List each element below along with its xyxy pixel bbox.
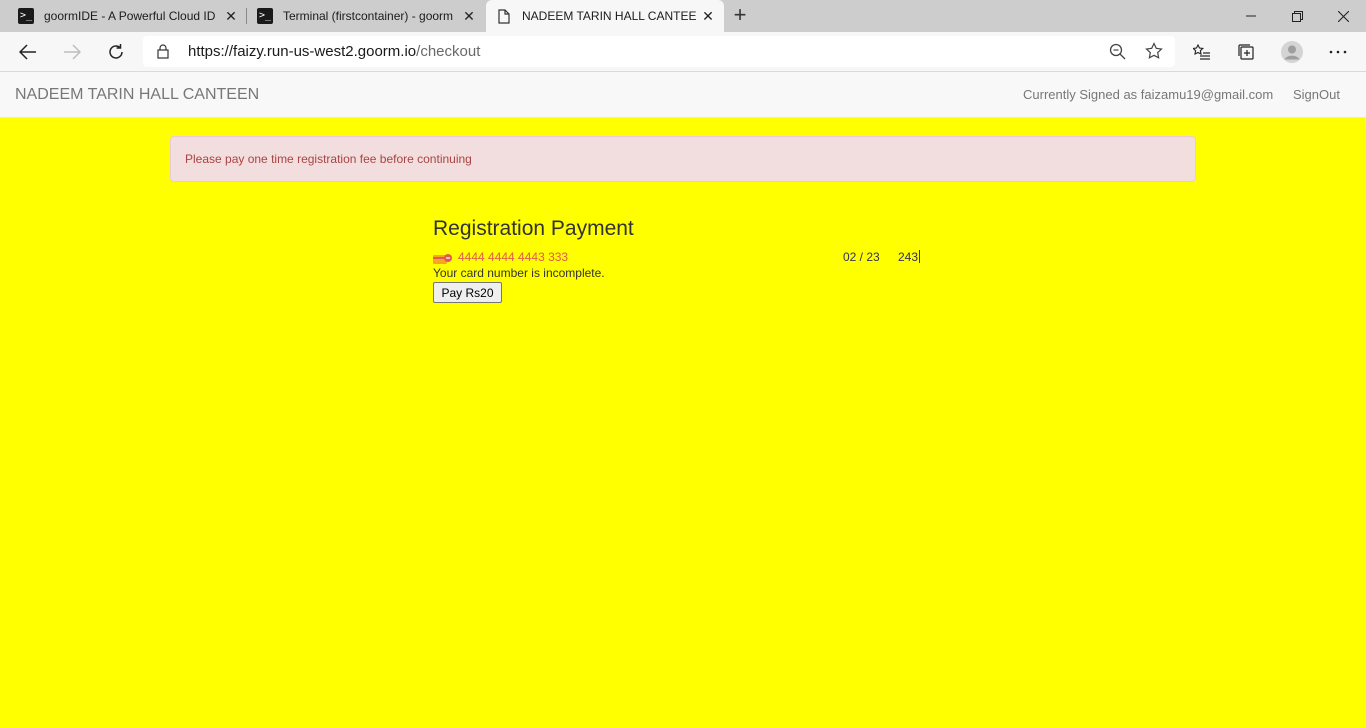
tab-goormide[interactable]: >_ goormIDE - A Powerful Cloud IDE ✕: [8, 0, 246, 32]
tab-strip: >_ goormIDE - A Powerful Cloud IDE ✕ >_ …: [0, 0, 1366, 32]
url-host: https://faizy.run-us-west2.goorm.io: [188, 43, 417, 60]
site-brand-link[interactable]: NADEEM TARIN HALL CANTEEN: [15, 86, 259, 104]
payment-heading: Registration Payment: [433, 217, 634, 240]
profile-button[interactable]: [1278, 38, 1306, 66]
forward-arrow-icon: [64, 44, 81, 60]
collections-icon: [1238, 44, 1254, 60]
signout-link[interactable]: SignOut: [1293, 87, 1340, 102]
close-icon[interactable]: ✕: [223, 8, 239, 24]
signed-in-status: Currently Signed as faizamu19@gmail.com: [1023, 87, 1274, 102]
favorites-button[interactable]: [1188, 38, 1216, 66]
refresh-icon: [109, 44, 123, 59]
tab-terminal[interactable]: >_ Terminal (firstcontainer) - goorm ✕: [247, 0, 485, 32]
terminal-icon: >_: [18, 8, 34, 24]
lock-icon[interactable]: [157, 44, 169, 64]
card-error-message: Your card number is incomplete.: [433, 266, 605, 280]
tab-title: goormIDE - A Powerful Cloud IDE: [44, 9, 216, 23]
site-navbar: NADEEM TARIN HALL CANTEEN Currently Sign…: [0, 72, 1366, 118]
more-icon: [1329, 50, 1347, 54]
pay-button[interactable]: Pay Rs20: [433, 282, 502, 303]
url-text[interactable]: https://faizy.run-us-west2.goorm.io/chec…: [188, 43, 480, 60]
url-field[interactable]: https://faizy.run-us-west2.goorm.io/chec…: [143, 36, 1175, 67]
card-error-icon: [433, 252, 453, 264]
minimize-button[interactable]: [1228, 0, 1274, 32]
back-button[interactable]: [14, 38, 42, 66]
close-icon[interactable]: ✕: [700, 8, 716, 24]
terminal-icon: >_: [257, 8, 273, 24]
close-icon[interactable]: ✕: [461, 8, 477, 24]
avatar-icon: [1281, 41, 1303, 63]
restore-button[interactable]: [1274, 0, 1320, 32]
tab-canteen[interactable]: NADEEM TARIN HALL CANTEEN ✕: [486, 0, 724, 32]
alert-message: Please pay one time registration fee bef…: [185, 152, 472, 166]
back-arrow-icon: [19, 44, 36, 60]
card-element[interactable]: 4444 4444 4443 333 02 / 23 243: [433, 250, 923, 266]
zoom-icon[interactable]: [1109, 43, 1126, 65]
text-cursor: [919, 250, 921, 263]
card-number-input[interactable]: 4444 4444 4443 333: [458, 250, 568, 264]
forward-button[interactable]: [58, 38, 86, 66]
favorite-star-icon[interactable]: [1145, 42, 1163, 65]
collections-button[interactable]: [1232, 38, 1260, 66]
address-bar: https://faizy.run-us-west2.goorm.io/chec…: [0, 32, 1366, 72]
more-options-button[interactable]: [1324, 38, 1352, 66]
favorites-list-icon: [1193, 44, 1210, 60]
registration-alert: Please pay one time registration fee bef…: [170, 136, 1196, 182]
page-icon: [496, 8, 512, 24]
tab-title: NADEEM TARIN HALL CANTEEN: [522, 9, 697, 23]
window-close-button[interactable]: [1320, 0, 1366, 32]
card-cvc-input[interactable]: 243: [898, 250, 921, 264]
url-path: /checkout: [416, 43, 481, 60]
refresh-button[interactable]: [102, 38, 130, 66]
tab-title: Terminal (firstcontainer) - goorm: [283, 9, 454, 23]
card-cvc-value: 243: [898, 250, 919, 264]
card-expiry-input[interactable]: 02 / 23: [843, 250, 880, 264]
new-tab-button[interactable]: +: [730, 4, 750, 26]
